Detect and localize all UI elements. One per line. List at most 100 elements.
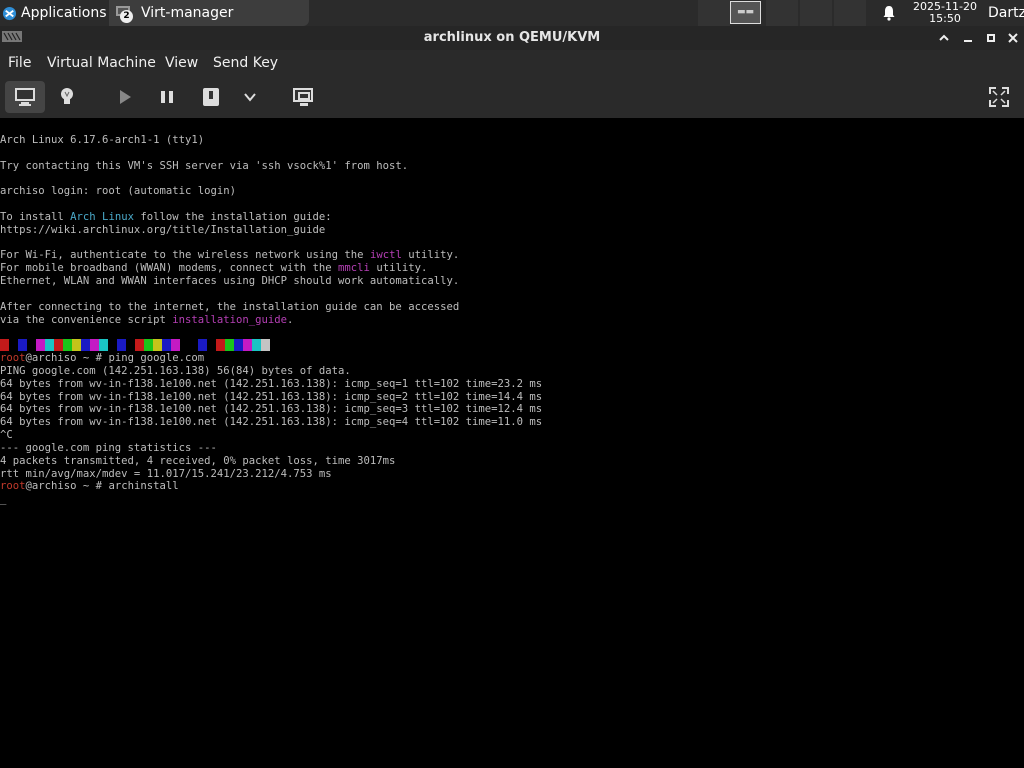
prompt-user: root [0, 480, 26, 493]
user-menu[interactable]: Dartz [988, 0, 1024, 26]
console-view-button[interactable] [5, 81, 45, 113]
snapshot-icon [293, 88, 313, 106]
pause-button[interactable] [147, 81, 187, 113]
run-button[interactable] [105, 81, 145, 113]
terminal-text: utility. [401, 249, 460, 262]
color-swatch [90, 339, 99, 352]
terminal-text: . [287, 313, 294, 326]
color-swatch [99, 339, 108, 352]
clock[interactable]: 2025-11-20 15:50 [905, 1, 985, 25]
notification-bell-icon[interactable] [881, 5, 897, 21]
vm-console[interactable]: Arch Linux 6.17.6-arch1-1 (tty1) Try con… [0, 118, 1024, 768]
ping-output-line: --- google.com ping statistics --- [0, 441, 217, 454]
color-swatch [72, 339, 81, 352]
ping-output-line: PING google.com (142.251.163.138) 56(84)… [0, 364, 351, 377]
pause-icon [161, 91, 173, 103]
color-swatch [153, 339, 162, 352]
color-swatch [261, 339, 270, 352]
lightbulb-icon [61, 88, 73, 104]
applications-menu[interactable]: Applications [2, 0, 107, 26]
terminal-output: Arch Linux 6.17.6-arch1-1 (tty1) Try con… [0, 134, 542, 506]
shutdown-menu-button[interactable] [230, 81, 270, 113]
color-swatch [252, 339, 261, 352]
ping-output-line: 64 bytes from wv-in-f138.1e100.net (142.… [0, 416, 543, 429]
fullscreen-button[interactable] [979, 81, 1019, 113]
snapshots-button[interactable] [284, 81, 324, 113]
arch-linux-highlight: Arch Linux [70, 210, 134, 223]
ping-output-line: rtt min/avg/max/mdev = 11.017/15.241/23.… [0, 467, 332, 480]
terminal-cursor: _ [0, 493, 7, 506]
workspace-4[interactable] [800, 0, 832, 26]
terminal-text: follow the installation guide: [133, 210, 332, 223]
terminal-line: via the convenience script [0, 313, 173, 326]
command-ping: ping google.com [108, 352, 205, 365]
color-swatch [207, 339, 216, 352]
terminal-line: Ethernet, WLAN and WWAN interfaces using… [0, 275, 460, 288]
color-swatch [243, 339, 252, 352]
ping-output-line: 64 bytes from wv-in-f138.1e100.net (142.… [0, 377, 543, 390]
color-swatch [234, 339, 243, 352]
monitor-icon [15, 88, 35, 106]
color-swatch [36, 339, 45, 352]
command-archinstall: archinstall [108, 480, 179, 493]
close-icon[interactable] [1005, 30, 1021, 46]
workspace-3[interactable] [766, 0, 798, 26]
color-swatch [108, 339, 117, 352]
prompt-host: @archiso ~ # [25, 480, 109, 493]
terminal-line: After connecting to the internet, the in… [0, 300, 460, 313]
color-swatch [162, 339, 171, 352]
shutdown-button[interactable] [191, 81, 231, 113]
ping-output-line: 4 packets transmitted, 4 received, 0% pa… [0, 454, 396, 467]
terminal-line: Arch Linux 6.17.6-arch1-1 (tty1) [0, 134, 205, 146]
color-swatch [189, 339, 198, 352]
mmcli-highlight: mmcli [338, 262, 370, 275]
power-icon [203, 88, 219, 106]
prompt-host: @archiso ~ # [25, 352, 109, 365]
color-swatch [171, 339, 180, 352]
terminal-line: For mobile broadband (WWAN) modems, conn… [0, 262, 339, 275]
installation-guide-highlight: installation_guide [172, 313, 288, 326]
clock-time: 15:50 [929, 12, 961, 25]
ping-output-line: 64 bytes from wv-in-f138.1e100.net (142.… [0, 390, 543, 403]
workspace-5[interactable] [834, 0, 866, 26]
workspace-2[interactable]: ▬▬ [730, 1, 761, 24]
menu-send-key[interactable]: Send Key [213, 55, 278, 71]
color-swatch [216, 339, 225, 352]
ping-output-line: 64 bytes from wv-in-f138.1e100.net (142.… [0, 403, 543, 416]
virt-manager-icon: 2 [115, 4, 133, 23]
iwctl-highlight: iwctl [369, 249, 402, 262]
minimize-icon[interactable] [960, 30, 976, 46]
details-view-button[interactable] [47, 81, 87, 113]
terminal-line: For Wi-Fi, authenticate to the wireless … [0, 249, 370, 262]
color-swatch [54, 339, 63, 352]
xfce-logo-icon [2, 6, 17, 20]
terminal-text: utility. [369, 262, 428, 275]
maximize-icon[interactable] [983, 30, 999, 46]
chevron-down-icon [244, 93, 256, 102]
terminal-line: To install [0, 210, 71, 223]
taskbar-item-label: Virt-manager [141, 5, 234, 21]
window-count-badge: 2 [120, 10, 133, 23]
menu-virtual-machine[interactable]: Virtual Machine [47, 55, 156, 71]
play-icon [120, 90, 131, 104]
color-swatch [0, 339, 9, 352]
color-swatch [180, 339, 189, 352]
color-swatch [135, 339, 144, 352]
workspace-1[interactable] [698, 0, 730, 26]
menu-file[interactable]: File [8, 55, 31, 71]
window-title: archlinux on QEMU/KVM [423, 30, 601, 45]
color-swatch [18, 339, 27, 352]
color-swatch [198, 339, 207, 352]
color-swatch [225, 339, 234, 352]
terminal-line: Try contacting this VM's SSH server via … [0, 159, 409, 172]
color-swatch [81, 339, 90, 352]
window-titlebar[interactable]: archlinux on QEMU/KVM [0, 26, 1024, 50]
color-swatch [144, 339, 153, 352]
menu-view[interactable]: View [165, 55, 198, 71]
terminal-line: https://wiki.archlinux.org/title/Install… [0, 223, 326, 236]
applications-label: Applications [21, 5, 107, 21]
color-swatch [27, 339, 36, 352]
roll-up-icon[interactable] [936, 30, 952, 46]
color-swatch [45, 339, 54, 352]
taskbar-item-virt-manager[interactable]: 2 Virt-manager [109, 0, 309, 26]
